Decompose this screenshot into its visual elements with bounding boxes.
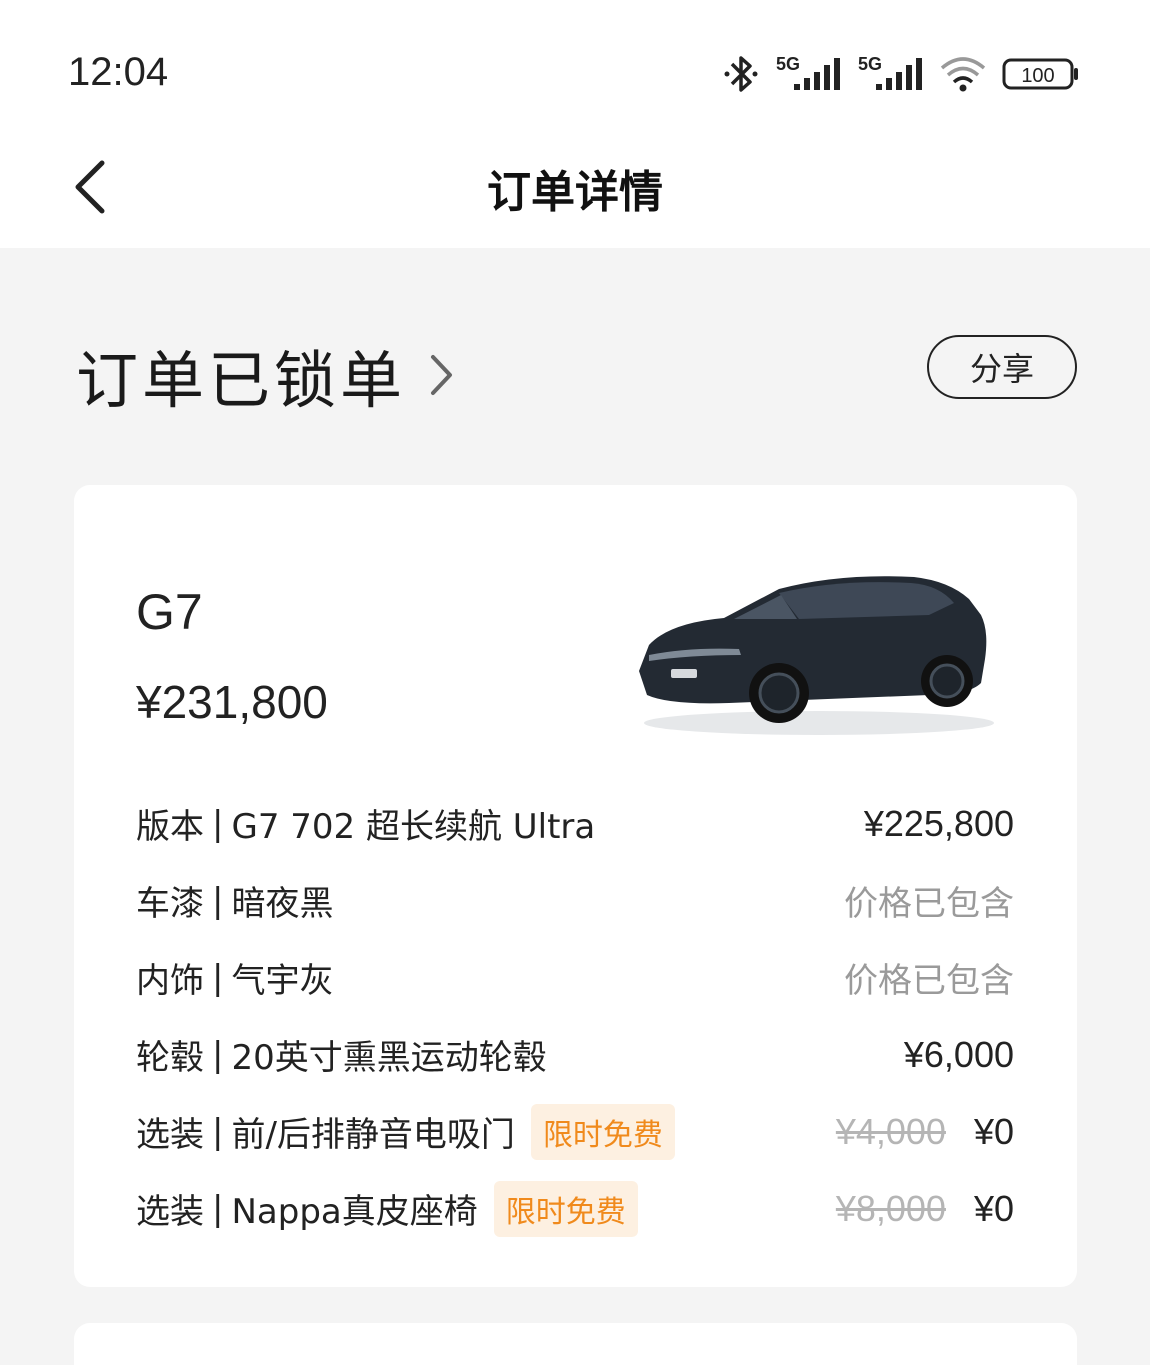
nav-bar: 订单详情 [0, 130, 1150, 248]
config-list: 版本 | G7 702 超长续航 Ultra ¥225,800 车漆 | 暗夜黑… [136, 785, 1014, 1247]
list-item: 选装 | 前/后排静音电吸门 限时免费 ¥4,000 ¥0 [136, 1093, 1014, 1170]
row-value: G7 702 超长续航 Ultra [231, 807, 596, 847]
row-separator: | [212, 957, 224, 998]
order-status-link[interactable]: 订单已锁单 [76, 330, 454, 420]
model-name: G7 [136, 584, 203, 640]
row-price: 价格已包含 [844, 961, 1014, 1001]
signal-icon: 5G [858, 54, 922, 90]
bluetooth-icon [724, 56, 758, 92]
row-value: 前/后排静音电吸门 [231, 1115, 515, 1155]
network-type-label: 5G [776, 54, 800, 74]
row-value: 20英寸熏黑运动轮毂 [231, 1038, 547, 1078]
row-separator: | [212, 803, 224, 844]
signal-icon: 5G [776, 54, 840, 90]
row-separator: | [212, 880, 224, 921]
row-value: 气宇灰 [231, 961, 334, 1001]
row-price: 价格已包含 [844, 884, 1014, 924]
list-item: 内饰 | 气宇灰 价格已包含 [136, 939, 1014, 1016]
order-card: G7 ¥231,800 版本 | G7 702 超长续航 Ultra ¥225,… [74, 485, 1077, 1287]
row-category: 版本 [136, 807, 204, 847]
row-separator: | [212, 1188, 224, 1229]
list-item: 车漆 | 暗夜黑 价格已包含 [136, 862, 1014, 939]
row-category: 选装 [136, 1192, 204, 1232]
row-value: Nappa真皮座椅 [231, 1192, 478, 1232]
list-item: 版本 | G7 702 超长续航 Ultra ¥225,800 [136, 785, 1014, 862]
battery-icon: 100 [1002, 58, 1078, 90]
row-separator: | [212, 1111, 224, 1152]
original-price: ¥8,000 [835, 1187, 946, 1229]
row-category: 内饰 [136, 961, 204, 1001]
wifi-icon [940, 57, 986, 92]
row-value: 暗夜黑 [231, 884, 334, 924]
row-category: 选装 [136, 1115, 204, 1155]
row-price: ¥225,800 [863, 802, 1014, 844]
row-price: ¥0 [973, 1110, 1014, 1152]
next-card [74, 1323, 1077, 1365]
row-price: ¥6,000 [903, 1033, 1014, 1075]
promo-badge: 限时免费 [493, 1180, 638, 1237]
list-item: 轮毂 | 20英寸熏黑运动轮毂 ¥6,000 [136, 1016, 1014, 1093]
promo-badge: 限时免费 [530, 1103, 675, 1160]
model-total-price: ¥231,800 [136, 676, 328, 728]
row-category: 车漆 [136, 884, 204, 924]
battery-level: 100 [1021, 65, 1054, 87]
share-button[interactable]: 分享 [927, 335, 1077, 399]
row-separator: | [212, 1034, 224, 1075]
status-icons: 5G 5G 100 [722, 52, 1080, 96]
chevron-right-icon [428, 353, 454, 397]
network-type-label: 5G [858, 54, 882, 74]
list-item: 选装 | Nappa真皮座椅 限时免费 ¥8,000 ¥0 [136, 1170, 1014, 1247]
order-status-text: 订单已锁单 [76, 344, 407, 417]
page-title: 订单详情 [487, 167, 663, 218]
car-image [639, 576, 994, 735]
status-time: 12:04 [68, 50, 169, 94]
row-category: 轮毂 [136, 1038, 204, 1078]
status-bar: 12:04 5G 5G 100 [0, 0, 1150, 130]
original-price: ¥4,000 [835, 1110, 946, 1152]
row-price: ¥0 [973, 1187, 1014, 1229]
